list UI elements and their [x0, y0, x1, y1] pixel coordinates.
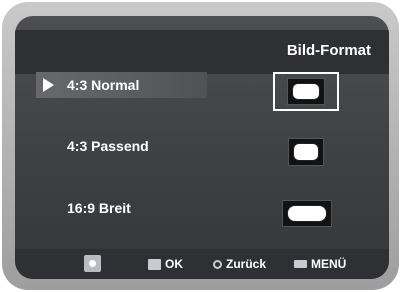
directional-pad-icon: [84, 255, 101, 272]
ok-label: OK: [165, 257, 183, 271]
option-4-3-passend[interactable]: 4:3 Passend: [36, 133, 207, 159]
osd-screen: Bild-Format 4:3 Normal 4:3 Passend 16:9 …: [15, 16, 389, 279]
menu-hint: MENÜ: [294, 257, 346, 271]
format-4-3-passend-icon: [288, 138, 324, 166]
menu-label: MENÜ: [311, 257, 347, 271]
footer-bar: OK Zurück MENÜ: [15, 249, 389, 279]
menu-icon: [294, 260, 307, 268]
option-label: 4:3 Passend: [67, 138, 149, 154]
enter-icon: [148, 258, 161, 270]
back-hint: Zurück: [213, 257, 266, 271]
option-label: 16:9 Breit: [67, 200, 131, 216]
option-4-3-normal[interactable]: 4:3 Normal: [36, 72, 207, 98]
return-icon: [213, 259, 222, 269]
back-label: Zurück: [226, 257, 267, 271]
ok-hint: OK: [148, 257, 183, 271]
option-label: 4:3 Normal: [67, 77, 140, 93]
title-bar: Bild-Format: [15, 30, 389, 74]
tv-bezel: Bild-Format 4:3 Normal 4:3 Passend 16:9 …: [2, 2, 399, 290]
format-4-3-normal-icon: [287, 78, 325, 105]
format-16-9-breit-icon: [282, 200, 332, 227]
menu-title: Bild-Format: [286, 42, 371, 59]
selection-arrow-icon: [43, 78, 54, 92]
option-16-9-breit[interactable]: 16:9 Breit: [36, 195, 207, 221]
